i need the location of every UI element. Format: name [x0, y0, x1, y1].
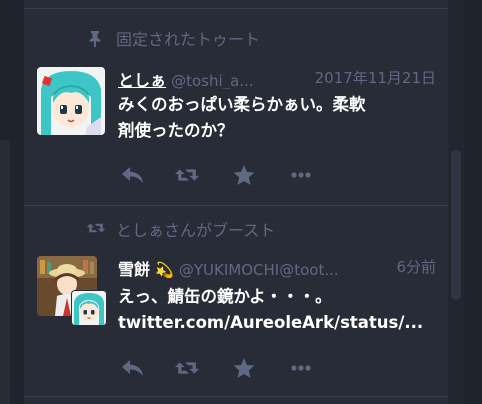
status-divider [24, 8, 448, 9]
scrollbar-thumb[interactable] [451, 150, 461, 300]
display-name[interactable]: 雪餅 [118, 260, 150, 278]
timeline-column [24, 0, 448, 404]
status-content: みくのおっぱい柔らかぁい。柔軟 剤使ったのか？ [118, 92, 438, 144]
pin-icon [89, 31, 101, 47]
display-name[interactable]: としぁ [118, 71, 166, 89]
reply-button[interactable] [120, 163, 146, 187]
status-divider [24, 205, 448, 206]
avatar-image [37, 67, 105, 135]
booster-avatar-image [72, 291, 106, 325]
status-divider [24, 396, 448, 397]
reply-button[interactable] [120, 356, 146, 380]
favourite-button[interactable] [231, 163, 257, 187]
boost-prepend-text: としぁさんがブースト [116, 221, 276, 240]
reply-icon [122, 167, 143, 183]
account-handle[interactable]: @toshi_a... [171, 72, 254, 89]
action-bar [120, 356, 320, 380]
left-column-edge-shadow [0, 0, 10, 140]
ellipsis-icon [291, 365, 311, 371]
booster-avatar[interactable] [71, 290, 107, 326]
status-content: えっ、鯖缶の鏡かよ・・・。 twitter.com/AureoleArk/sta… [118, 284, 438, 336]
boost-icon [174, 169, 200, 181]
star-icon [233, 165, 255, 185]
pinned-prepend-text: 固定されたトゥート [116, 30, 261, 49]
status-header: としぁ @toshi_a... 2017年11月21日 [118, 67, 436, 89]
timestamp[interactable]: 2017年11月21日 [312, 67, 436, 88]
more-button[interactable] [288, 356, 314, 380]
more-button[interactable] [288, 163, 314, 187]
boost-icon [174, 362, 200, 374]
favourite-button[interactable] [231, 356, 257, 380]
status-link[interactable]: twitter.com/AureoleArk/status/... [118, 310, 438, 336]
avatar[interactable] [37, 67, 105, 135]
timeline-frame: 固定されたトゥート としぁ @toshi_a... 2017年11月21日 みく… [0, 0, 482, 404]
action-bar [120, 163, 320, 187]
status-header: 雪餅 💫 @YUKIMOCHI@toot... 6分前 [118, 256, 436, 278]
account-handle[interactable]: @YUKIMOCHI@toot... [179, 261, 339, 278]
timestamp[interactable]: 6分前 [394, 256, 436, 277]
status-content-line: みくのおっぱい柔らかぁい。柔軟 [118, 95, 366, 114]
boost-button[interactable] [174, 163, 200, 187]
dizzy-emoji-icon: 💫 [155, 261, 174, 278]
boost-button[interactable] [174, 356, 200, 380]
ellipsis-icon [291, 172, 311, 178]
reply-icon [122, 360, 143, 376]
status-content-line: えっ、鯖缶の鏡かよ・・・。 [118, 287, 332, 306]
boost-icon [86, 223, 106, 233]
status-content-line: 剤使ったのか？ [118, 121, 234, 140]
star-icon [233, 358, 255, 378]
